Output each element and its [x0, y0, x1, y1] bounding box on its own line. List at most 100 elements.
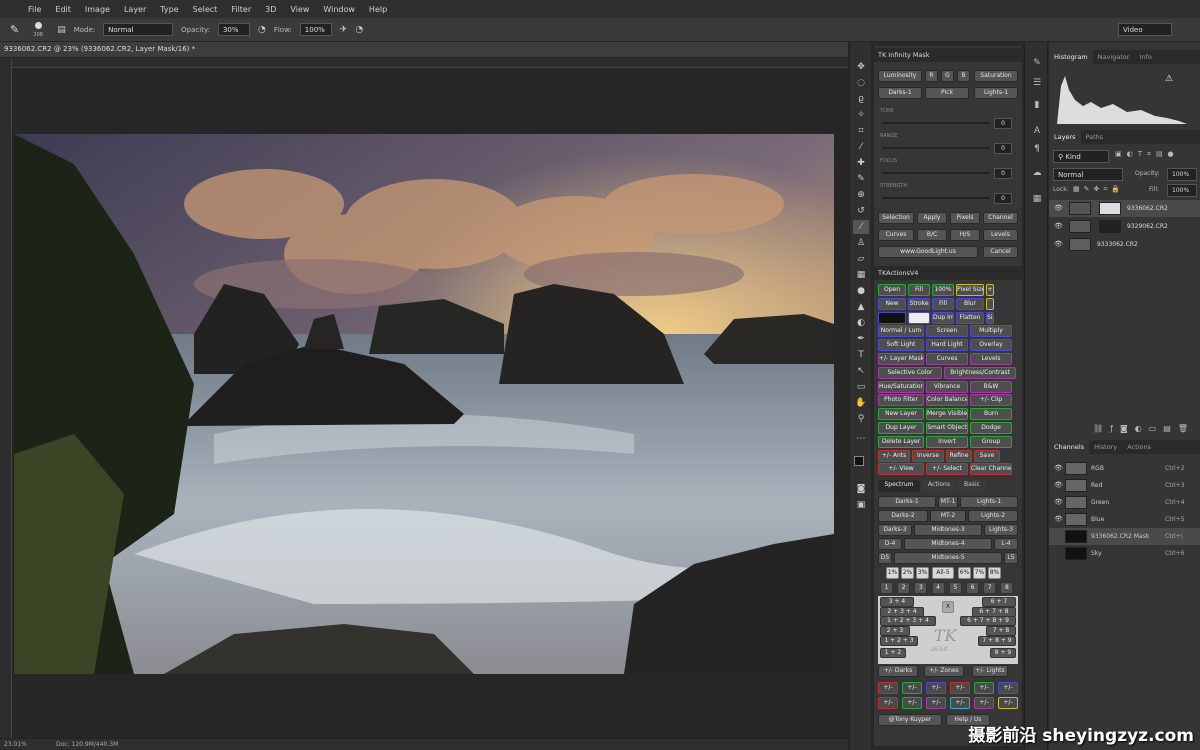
workspace-select[interactable]: Video — [1118, 23, 1172, 36]
tk-action-button[interactable]: +/- Clip — [970, 394, 1012, 407]
zone-combo-right[interactable]: 6 + 7 + 8 + 9 — [960, 616, 1016, 626]
tk-selection-button[interactable]: Selection — [878, 212, 914, 224]
tab-navigator[interactable]: Navigator — [1093, 50, 1135, 64]
tk-action-button[interactable]: +/- View — [878, 463, 924, 476]
histogram-warning-icon[interactable]: ⚠ — [1165, 74, 1173, 84]
menu-edit[interactable]: Edit — [55, 5, 71, 14]
channel-row[interactable]: 👁 Green Ctrl+4 — [1049, 494, 1200, 511]
pressure-size-icon[interactable]: ◔ — [355, 25, 363, 35]
doc-size-readout[interactable]: Doc: 120.9M/440.3M — [56, 741, 118, 748]
brush-tool-icon[interactable]: ✎ — [10, 23, 19, 36]
tk-tone-slider[interactable] — [882, 122, 990, 124]
channel-row[interactable]: Sky Ctrl+6 — [1049, 545, 1200, 562]
zone-digit-button[interactable]: 8 — [1000, 582, 1014, 594]
sp-midtones4[interactable]: Midtones-4 — [904, 538, 992, 550]
sp-midtones3[interactable]: Midtones-3 — [914, 524, 982, 536]
tab-paths[interactable]: Paths — [1081, 130, 1109, 144]
hand-tool-icon[interactable]: ✋ — [853, 396, 869, 410]
layer-opacity-input[interactable]: 100% — [1167, 168, 1197, 181]
tk-action-button[interactable]: Curves — [926, 353, 968, 365]
menu-select[interactable]: Select — [193, 5, 218, 14]
eye-icon[interactable]: 👁 — [1054, 204, 1063, 212]
quick-select-tool-icon[interactable]: ✧ — [853, 108, 869, 122]
sp-lights3[interactable]: Lights-3 — [984, 524, 1018, 536]
plus-minus-button[interactable]: +/- — [902, 697, 922, 709]
tk-action-button[interactable]: +/- Ants — [878, 449, 910, 462]
tk-hs-button[interactable]: H/S — [950, 229, 980, 241]
tk-r-button[interactable]: R — [925, 70, 938, 82]
pressure-opacity-icon[interactable]: ◔ — [258, 25, 266, 35]
layer-row[interactable]: 👁 9333062.CR2 — [1049, 236, 1200, 253]
tk-range-slider[interactable] — [882, 147, 990, 149]
sp-darks3[interactable]: Darks-3 — [878, 524, 912, 536]
zone-combo-left[interactable]: 1 + 2 — [880, 648, 906, 658]
tk-action-button[interactable]: Selective Color — [878, 366, 942, 379]
zone-combo-left[interactable]: 1 + 2 + 3 + 4 — [880, 616, 936, 626]
tk-lights1-button[interactable]: Lights-1 — [974, 87, 1018, 99]
type-tool-icon[interactable]: T — [853, 348, 869, 362]
sp-darks2[interactable]: Darks-2 — [878, 510, 928, 522]
sp-d4[interactable]: D-4 — [878, 538, 902, 550]
zone-button[interactable]: 8% — [988, 567, 1001, 579]
tab-actions-sub[interactable]: Actions — [922, 480, 956, 492]
tab-layers[interactable]: Layers — [1049, 130, 1081, 144]
tk-action-button[interactable]: Color Balance — [926, 394, 968, 407]
tk-apply-button[interactable]: Apply — [917, 212, 947, 224]
lasso-tool-icon[interactable]: ϱ — [853, 92, 869, 106]
tab-info[interactable]: Info — [1135, 50, 1157, 64]
document-tab[interactable]: 9336062.CR2 @ 23% (9336062.CR2, Layer Ma… — [4, 45, 195, 53]
zoom-tool-icon[interactable]: ⚲ — [853, 412, 869, 426]
tk-website-button[interactable]: www.GoodLight.us — [878, 246, 978, 258]
properties-icon[interactable]: ▮ — [1030, 98, 1044, 112]
menu-layer[interactable]: Layer — [124, 5, 146, 14]
quick-mask-icon[interactable]: ◙ — [853, 482, 869, 496]
tk-tone-value[interactable]: 0 — [994, 118, 1012, 129]
tk-action-button[interactable]: Delete Layer — [878, 435, 924, 448]
plus-minus-button[interactable]: +/- — [878, 682, 898, 694]
tk-action-button[interactable]: Flatten — [956, 311, 984, 324]
zone-combo-left[interactable]: 2 + 3 — [880, 626, 910, 636]
tk-action-button[interactable]: New Layer — [878, 408, 924, 421]
tk-action-button[interactable]: Size — [986, 311, 994, 324]
tk-action-button[interactable]: Dup Image — [932, 311, 954, 324]
brush-panel-icon[interactable]: ▤ — [57, 25, 66, 35]
menu-type[interactable]: Type — [160, 5, 178, 14]
eyedropper-tool-icon[interactable]: ⁄ — [853, 140, 869, 154]
tk-action-button[interactable]: Brightness/Contrast — [944, 366, 1016, 379]
plus-minus-button[interactable]: +/- — [998, 682, 1018, 694]
sp-mt2[interactable]: MT-2 — [930, 510, 966, 522]
tk-action-button[interactable]: Open — [878, 284, 906, 296]
zone-combo-right[interactable]: 7 + 8 — [986, 626, 1016, 636]
tk-action-button[interactable]: Levels — [970, 353, 1012, 365]
tk-action-button[interactable]: Soft Light — [878, 339, 924, 352]
zone-combo-right[interactable]: 6 + 7 — [982, 597, 1016, 607]
tk-action-button[interactable]: Dup Layer — [878, 422, 924, 434]
zone-x-button[interactable]: X — [942, 601, 954, 613]
tk-action-button[interactable]: Stroke — [908, 297, 930, 310]
zone-digit-button[interactable]: 5 — [948, 582, 962, 594]
sp-lights2[interactable]: Lights-2 — [968, 510, 1018, 522]
eye-icon[interactable]: 👁 — [1054, 240, 1063, 248]
tk-strength-value[interactable]: 0 — [994, 193, 1012, 204]
tk-luminosity-button[interactable]: Luminosity — [878, 70, 922, 82]
plus-minus-button[interactable]: +/- — [998, 697, 1018, 709]
tk-action-button[interactable]: Normal / Lum — [878, 325, 924, 338]
sp-lights-toggle[interactable]: +/- Lights — [972, 665, 1008, 677]
active-brush-tool-icon[interactable]: ⁄ — [853, 220, 869, 234]
tk-action-button[interactable]: Inverse — [912, 449, 944, 462]
tk-darks1-button[interactable]: Darks-1 — [878, 87, 922, 99]
opacity-input[interactable]: 30% — [217, 23, 250, 36]
layer-bottom-icons[interactable]: ⛓ƒ◙◐▭▤🗑 — [1093, 424, 1195, 433]
tk-action-button[interactable] — [908, 311, 930, 324]
zoom-readout[interactable]: 23.01% — [4, 741, 27, 748]
sp-zones-toggle[interactable]: +/- Zones — [924, 665, 964, 677]
zone-combo-left[interactable]: 3 + 4 — [880, 597, 914, 607]
marquee-tool-icon[interactable]: ◌ — [853, 76, 869, 90]
tk-focus-slider[interactable] — [882, 172, 990, 174]
sp-lights1[interactable]: Lights-1 — [960, 496, 1018, 508]
history-brush-tool-icon[interactable]: ↺ — [853, 204, 869, 218]
tk-action-button[interactable]: Hard Light — [926, 339, 968, 352]
healing-tool-icon[interactable]: ✚ — [853, 156, 869, 170]
layer-row[interactable]: 👁 9336062.CR2 — [1049, 200, 1200, 217]
tk-action-button[interactable]: + — [986, 284, 994, 296]
